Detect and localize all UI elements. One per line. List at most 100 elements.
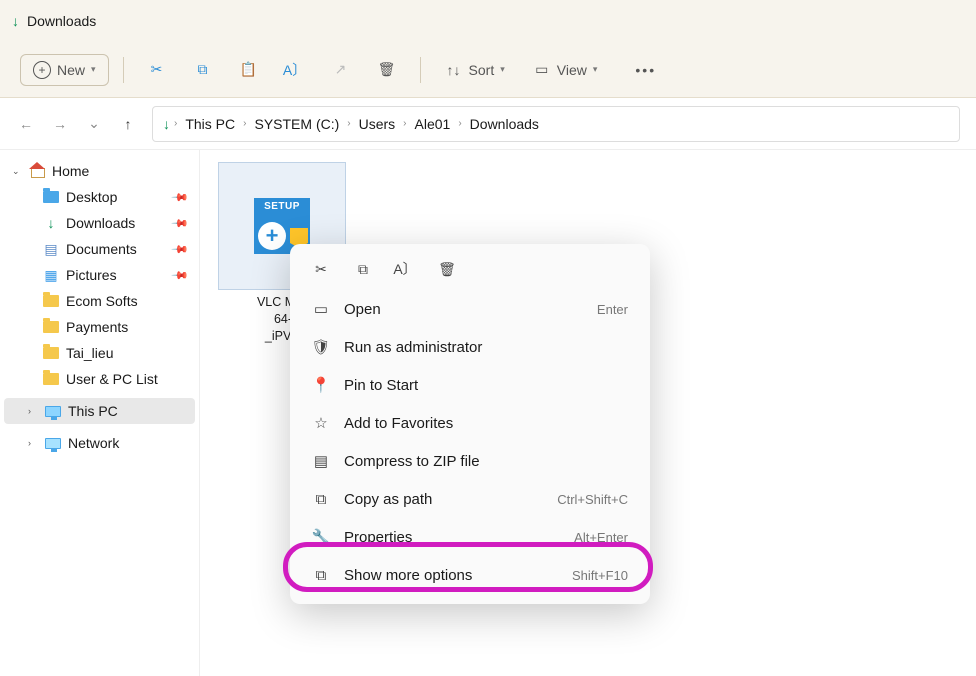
breadcrumb[interactable]: SYSTEM (C:) — [250, 114, 343, 134]
breadcrumb[interactable]: Ale01 — [411, 114, 455, 134]
chevron-down-icon: ▾ — [593, 64, 598, 75]
ctx-run-admin[interactable]: 🛡 Run as administrator — [296, 328, 644, 366]
breadcrumb[interactable]: This PC — [181, 114, 239, 134]
sidebar-item-home[interactable]: ⌄ Home — [4, 158, 195, 184]
pin-icon: 📌 — [171, 266, 190, 285]
sidebar-item-pictures[interactable]: ▦ Pictures 📌 — [4, 262, 195, 288]
paste-icon: 📋 — [240, 61, 258, 79]
rename-icon: A〕 — [286, 61, 304, 79]
desktop-icon — [42, 189, 60, 205]
new-button[interactable]: + New ▾ — [20, 54, 109, 86]
cut-icon[interactable]: ✂ — [310, 258, 332, 280]
cut-button[interactable]: ✂ — [138, 55, 176, 85]
sidebar-item-this-pc[interactable]: › This PC — [4, 398, 195, 424]
navigation-pane: ⌄ Home Desktop 📌 ↓ Downloads 📌 ▤ Documen… — [0, 150, 200, 676]
paste-button[interactable]: 📋 — [230, 55, 268, 85]
sidebar-item-label: Documents — [66, 241, 137, 257]
sidebar-item-label: Tai_lieu — [66, 345, 113, 361]
network-icon — [44, 435, 62, 451]
forward-button[interactable]: → — [50, 114, 70, 134]
rename-button[interactable]: A〕 — [276, 55, 314, 85]
breadcrumb-separator: › — [458, 118, 461, 129]
command-toolbar: + New ▾ ✂ ⧉ 📋 A〕 ↗ 🗑 ↑↓ Sort ▾ ▭ View ▾ … — [0, 42, 976, 98]
toolbar-separator — [123, 57, 124, 83]
sidebar-item-label: Desktop — [66, 189, 117, 205]
copy-icon: ⧉ — [194, 61, 212, 79]
share-button[interactable]: ↗ — [322, 55, 360, 85]
sidebar-item-label: Payments — [66, 319, 128, 335]
address-bar[interactable]: ↓ › This PC › SYSTEM (C:) › Users › Ale0… — [152, 106, 960, 142]
downloads-titlebar-icon: ↓ — [12, 13, 19, 29]
ctx-compress-zip[interactable]: ▤ Compress to ZIP file — [296, 442, 644, 480]
folder-icon — [42, 293, 60, 309]
folder-icon — [42, 371, 60, 387]
sidebar-item-documents[interactable]: ▤ Documents 📌 — [4, 236, 195, 262]
breadcrumb[interactable]: Downloads — [466, 114, 543, 134]
sort-button[interactable]: ↑↓ Sort ▾ — [435, 55, 515, 85]
trash-icon[interactable]: 🗑 — [436, 258, 458, 280]
chevron-right-icon: › — [28, 438, 38, 448]
pc-icon — [44, 403, 62, 419]
view-button[interactable]: ▭ View ▾ — [523, 55, 608, 85]
recent-locations-button[interactable]: ⌄ — [84, 114, 104, 134]
back-button[interactable]: ← — [16, 114, 36, 134]
context-menu-action-row: ✂ ⧉ A〕 🗑 — [296, 252, 644, 290]
copy-path-icon: ⧉ — [312, 490, 330, 508]
chevron-down-icon: ▾ — [500, 64, 505, 75]
sort-icon: ↑↓ — [445, 61, 463, 79]
copy-icon[interactable]: ⧉ — [352, 258, 374, 280]
pin-icon: 📌 — [171, 188, 190, 207]
sidebar-item-folder[interactable]: Payments — [4, 314, 195, 340]
wrench-icon: 🔧 — [312, 528, 330, 546]
zip-icon: ▤ — [312, 452, 330, 470]
sidebar-item-label: Ecom Softs — [66, 293, 138, 309]
sidebar-item-desktop[interactable]: Desktop 📌 — [4, 184, 195, 210]
ellipsis-icon: ••• — [635, 62, 656, 78]
sidebar-item-label: Downloads — [66, 215, 135, 231]
pictures-icon: ▦ — [42, 267, 60, 283]
more-options-icon: ⧉ — [312, 566, 330, 584]
sidebar-item-label: Network — [68, 435, 119, 451]
ctx-show-more[interactable]: ⧉ Show more options Shift+F10 — [296, 556, 644, 594]
copy-button[interactable]: ⧉ — [184, 55, 222, 85]
breadcrumb-separator: › — [403, 118, 406, 129]
shield-icon: 🛡 — [312, 338, 330, 356]
sidebar-item-label: Home — [52, 163, 89, 179]
navigation-bar: ← → ⌄ ↑ ↓ › This PC › SYSTEM (C:) › User… — [0, 98, 976, 150]
chevron-down-icon: ⌄ — [12, 166, 22, 177]
ctx-add-favorites[interactable]: ☆ Add to Favorites — [296, 404, 644, 442]
up-button[interactable]: ↑ — [118, 114, 138, 134]
pin-icon: 📍 — [312, 376, 330, 394]
sidebar-item-network[interactable]: › Network — [4, 430, 195, 456]
window-title: Downloads — [27, 13, 96, 29]
new-label: New — [57, 62, 85, 78]
sidebar-item-downloads[interactable]: ↓ Downloads 📌 — [4, 210, 195, 236]
chevron-down-icon: ▾ — [91, 64, 96, 75]
ctx-open[interactable]: ▭ Open Enter — [296, 290, 644, 328]
sort-label: Sort — [469, 62, 495, 78]
documents-icon: ▤ — [42, 241, 60, 257]
downloads-address-icon: ↓ — [163, 116, 170, 132]
chevron-right-icon: › — [28, 406, 38, 416]
ctx-properties[interactable]: 🔧 Properties Alt+Enter — [296, 518, 644, 556]
window-titlebar: ↓ Downloads — [0, 0, 976, 42]
view-label: View — [557, 62, 587, 78]
pin-icon: 📌 — [171, 240, 190, 259]
downloads-icon: ↓ — [42, 215, 60, 231]
sidebar-item-label: User & PC List — [66, 371, 158, 387]
sidebar-item-folder[interactable]: User & PC List — [4, 366, 195, 392]
more-button[interactable]: ••• — [625, 56, 666, 84]
ctx-pin-start[interactable]: 📍 Pin to Start — [296, 366, 644, 404]
toolbar-separator — [420, 57, 421, 83]
open-icon: ▭ — [312, 300, 330, 318]
folder-icon — [42, 345, 60, 361]
sidebar-item-folder[interactable]: Ecom Softs — [4, 288, 195, 314]
trash-icon: 🗑 — [378, 61, 396, 79]
ctx-copy-path[interactable]: ⧉ Copy as path Ctrl+Shift+C — [296, 480, 644, 518]
delete-button[interactable]: 🗑 — [368, 55, 406, 85]
rename-icon[interactable]: A〕 — [394, 258, 416, 280]
plus-icon: + — [33, 61, 51, 79]
share-icon: ↗ — [332, 61, 350, 79]
sidebar-item-folder[interactable]: Tai_lieu — [4, 340, 195, 366]
breadcrumb[interactable]: Users — [355, 114, 400, 134]
